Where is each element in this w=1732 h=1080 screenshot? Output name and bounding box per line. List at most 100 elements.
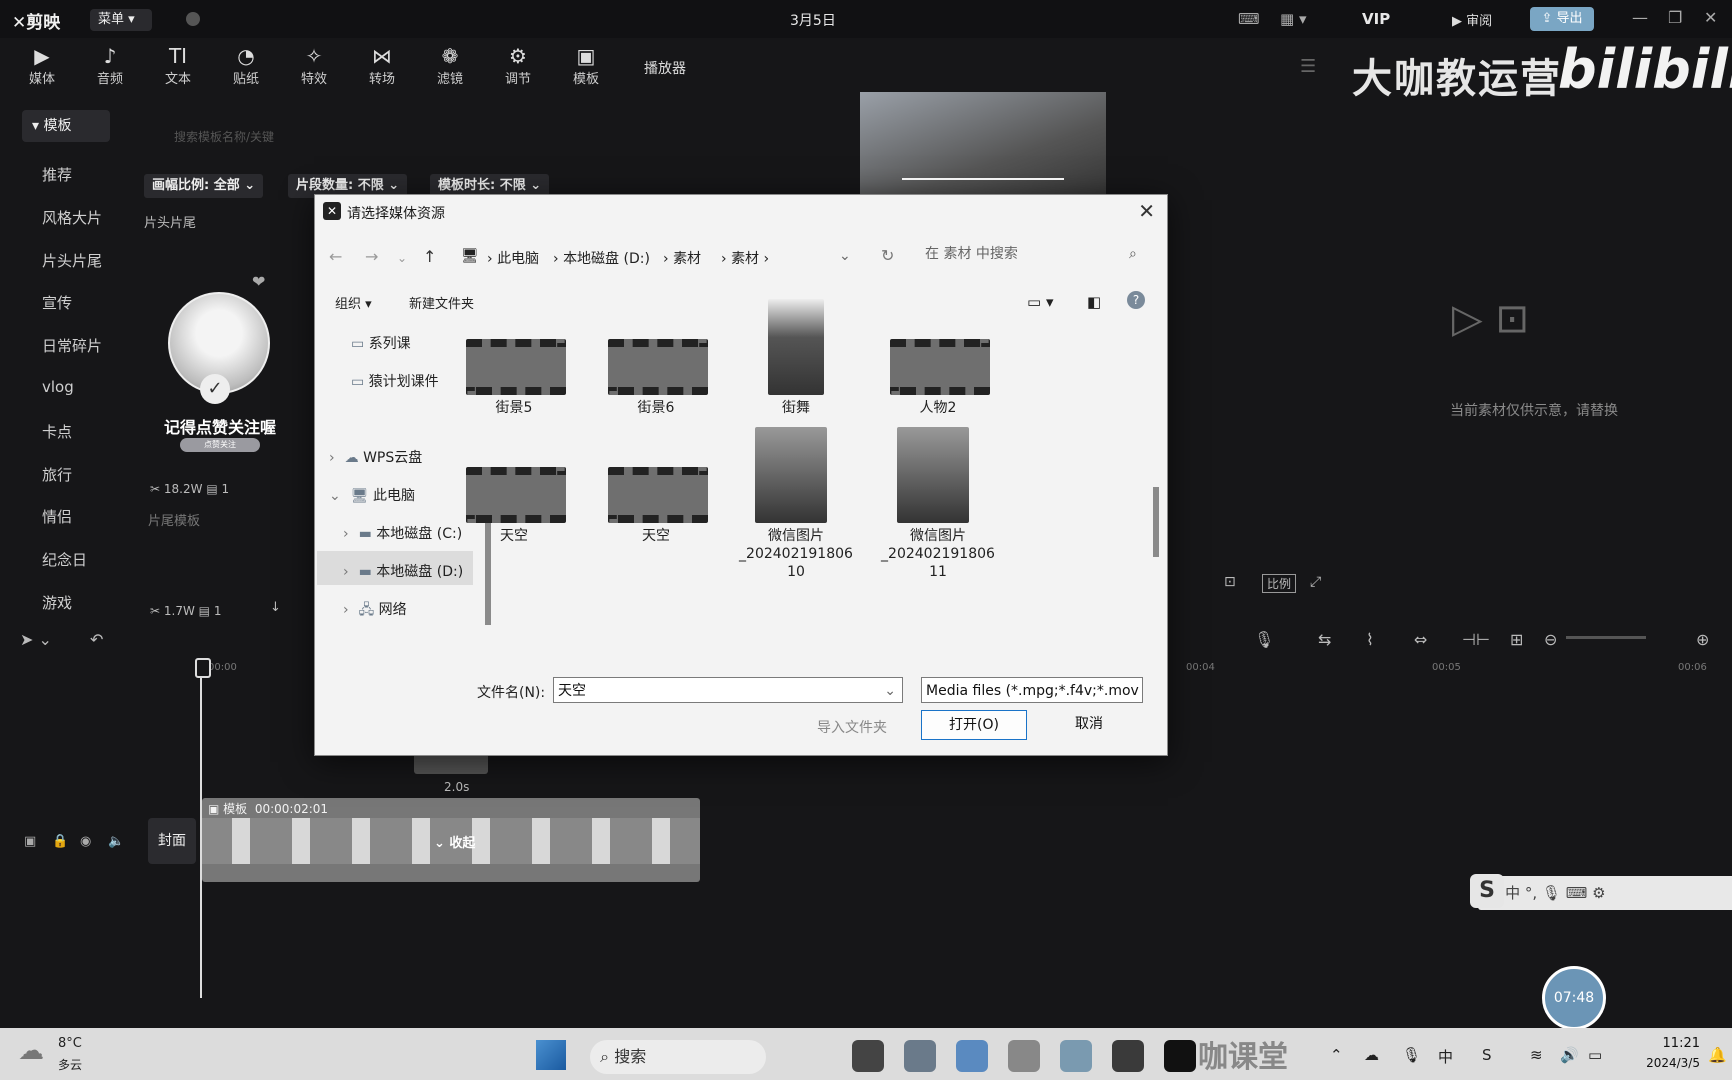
keyboard-shortcut-icon[interactable]: ⌨ <box>1238 10 1260 28</box>
expand-chevron-icon[interactable]: › <box>343 602 349 618</box>
preview-pane-icon[interactable]: ◧ <box>1087 293 1101 311</box>
template-search-input[interactable]: 搜索模板名称/关键 <box>174 128 274 145</box>
taskbar-search[interactable]: ⌕ 搜索 <box>590 1040 766 1074</box>
breadcrumb-item[interactable]: › 素材 › <box>721 248 769 268</box>
sidebar-item[interactable]: 风格大片 <box>42 207 102 228</box>
nav-tree-item[interactable]: ▭ 系列课 <box>351 333 411 353</box>
start-menu-icon[interactable] <box>536 1040 566 1070</box>
help-icon[interactable]: ? <box>1127 291 1145 309</box>
nav-tree-item[interactable]: ▭ 猿计划课件 <box>351 371 439 391</box>
menu-button[interactable]: 菜单 ▾ <box>90 9 152 31</box>
breadcrumb-item[interactable]: › 此电脑 <box>487 248 539 268</box>
restore-icon[interactable]: ❐ <box>1668 8 1682 27</box>
track-toggle-icon[interactable]: ▣ <box>24 834 36 849</box>
up-arrow-icon[interactable]: ↑ <box>423 247 436 266</box>
nav-tree-item[interactable]: › ☁ WPS云盘 <box>329 447 422 467</box>
tool-button[interactable]: ◔ 贴纸 <box>218 44 274 87</box>
tool-button[interactable]: ⚙ 调节 <box>490 44 546 87</box>
expand-chevron-icon[interactable]: › <box>343 564 349 580</box>
preview-axis-icon[interactable]: ⊞ <box>1510 630 1523 649</box>
tool-button[interactable]: ▶ 媒体 <box>14 44 70 87</box>
tool-button[interactable]: TI 文本 <box>150 44 206 87</box>
nav-tree-item[interactable]: › ▬ 本地磁盘 (D:) <box>343 561 463 581</box>
organize-button[interactable]: 组织 ▾ <box>335 293 372 312</box>
notification-bell-icon[interactable]: 🔔 <box>1708 1046 1727 1064</box>
nav-tree-item[interactable]: ⌄ 🖥 此电脑 <box>329 485 415 505</box>
dialog-close-icon[interactable]: ✕ <box>1138 199 1155 223</box>
input-lang[interactable]: 中 <box>1438 1046 1453 1067</box>
fullscreen-icon[interactable]: ⤢ <box>1310 574 1321 590</box>
vip-badge[interactable]: VIP <box>1362 10 1390 28</box>
view-mode-icon[interactable]: ▭ ▾ <box>1027 293 1053 311</box>
volume-icon[interactable]: 🔈 <box>108 834 124 849</box>
tool-button[interactable]: ♪ 音频 <box>82 44 138 87</box>
export-button[interactable]: ⇪ 导出 <box>1530 7 1594 31</box>
sidebar-item[interactable]: 情侣 <box>42 506 72 527</box>
select-cursor-icon[interactable]: ➤ ⌄ <box>20 630 52 649</box>
taskbar-app-capcut[interactable] <box>1164 1040 1196 1072</box>
collapse-button[interactable]: ⌄ 收起 <box>434 832 475 851</box>
sidebar-item[interactable]: 日常碎片 <box>42 335 102 356</box>
wifi-icon[interactable]: ≋ <box>1530 1046 1543 1064</box>
recent-chevron-icon[interactable]: ⌄ <box>397 251 407 265</box>
tray-overflow-icon[interactable]: ⌃ <box>1330 1046 1343 1064</box>
tool-button[interactable]: ▣ 模板 <box>558 44 614 87</box>
snap-icon[interactable]: ⇔ <box>1414 630 1427 649</box>
taskbar-app-tool[interactable] <box>1112 1040 1144 1072</box>
download-icon[interactable]: ↓ <box>270 600 281 615</box>
undo-icon[interactable]: ↶ <box>90 630 103 649</box>
ime-toolbar[interactable]: 中 °, 🎙 ⌨ ⚙ <box>1478 876 1732 910</box>
onedrive-icon[interactable]: ☁ <box>1364 1046 1379 1064</box>
ratio-button[interactable]: 比例 <box>1262 574 1297 593</box>
forward-arrow-icon[interactable]: → <box>365 247 378 266</box>
review-button[interactable]: ▶ 审阅 <box>1452 10 1492 29</box>
nav-tree-item[interactable]: › 🖧 网络 <box>343 599 407 623</box>
close-icon[interactable]: ✕ <box>1704 8 1717 27</box>
filter-aspect-ratio[interactable]: 画幅比例: 全部 ⌄ <box>144 174 264 198</box>
path-dropdown-icon[interactable]: ⌄ <box>839 248 851 264</box>
eye-icon[interactable]: ◉ <box>80 834 91 849</box>
taskbar-date[interactable]: 2024/3/5 <box>1624 1056 1700 1070</box>
dialog-search-input[interactable]: 在 素材 中搜索 <box>913 239 1155 269</box>
breadcrumb-item[interactable]: › 素材 <box>663 248 701 268</box>
sidebar-item[interactable]: 片头片尾 <box>42 250 102 271</box>
playhead-handle[interactable] <box>195 658 211 678</box>
expand-chevron-icon[interactable]: › <box>329 450 335 466</box>
taskbar-app-chat[interactable] <box>904 1040 936 1072</box>
tool-button[interactable]: ✧ 特效 <box>286 44 342 87</box>
minimize-icon[interactable]: — <box>1632 8 1648 27</box>
hamburger-icon[interactable]: ☰ <box>1300 56 1316 77</box>
open-button[interactable]: 打开(O) <box>921 710 1027 740</box>
sogou-tray-icon[interactable]: S <box>1482 1046 1492 1064</box>
filetype-select[interactable]: Media files (*.mpg;*.f4v;*.mov <box>921 677 1143 703</box>
search-icon[interactable]: ⌕ <box>1129 246 1137 262</box>
taskbar-clock[interactable]: 11:21 <box>1640 1036 1700 1051</box>
cancel-button[interactable]: 取消 <box>1037 710 1141 738</box>
taskbar-app-wechat[interactable] <box>1060 1040 1092 1072</box>
magnet-icon[interactable]: ⌇ <box>1366 630 1374 649</box>
import-folder-button[interactable]: 导入文件夹 <box>817 717 887 737</box>
refresh-icon[interactable]: ↻ <box>881 246 894 265</box>
split-icon[interactable]: ⊣⊢ <box>1462 630 1490 649</box>
tool-button[interactable]: ⋈ 转场 <box>354 44 410 87</box>
taskbar-app-feishu[interactable] <box>956 1040 988 1072</box>
lock-icon[interactable]: 🔒 <box>52 834 68 849</box>
sidebar-header-template[interactable]: ▾ 模板 <box>22 110 110 142</box>
weather-icon[interactable]: ☁ <box>18 1036 44 1066</box>
sidebar-item[interactable]: 旅行 <box>42 464 72 485</box>
speaker-icon[interactable]: 🔊 <box>1560 1046 1579 1064</box>
taskbar-app-browser[interactable] <box>1008 1040 1040 1072</box>
zoom-out-icon[interactable]: ⊖ <box>1544 630 1557 649</box>
new-folder-button[interactable]: 新建文件夹 <box>409 293 474 312</box>
files-scrollbar[interactable] <box>1153 487 1159 557</box>
sidebar-item[interactable]: 推荐 <box>42 164 72 185</box>
taskbar-app-files[interactable] <box>852 1040 884 1072</box>
microphone-icon[interactable]: 🎙 <box>1254 630 1274 649</box>
cover-button[interactable]: 封面 <box>148 818 196 864</box>
expand-chevron-icon[interactable]: › <box>343 526 349 542</box>
sidebar-item[interactable]: 宣传 <box>42 292 72 313</box>
zoom-in-icon[interactable]: ⊕ <box>1696 630 1709 649</box>
zoom-slider[interactable] <box>1566 636 1646 639</box>
tool-button[interactable]: ❁ 滤镜 <box>422 44 478 87</box>
project-title[interactable]: 3月5日 <box>790 10 836 30</box>
